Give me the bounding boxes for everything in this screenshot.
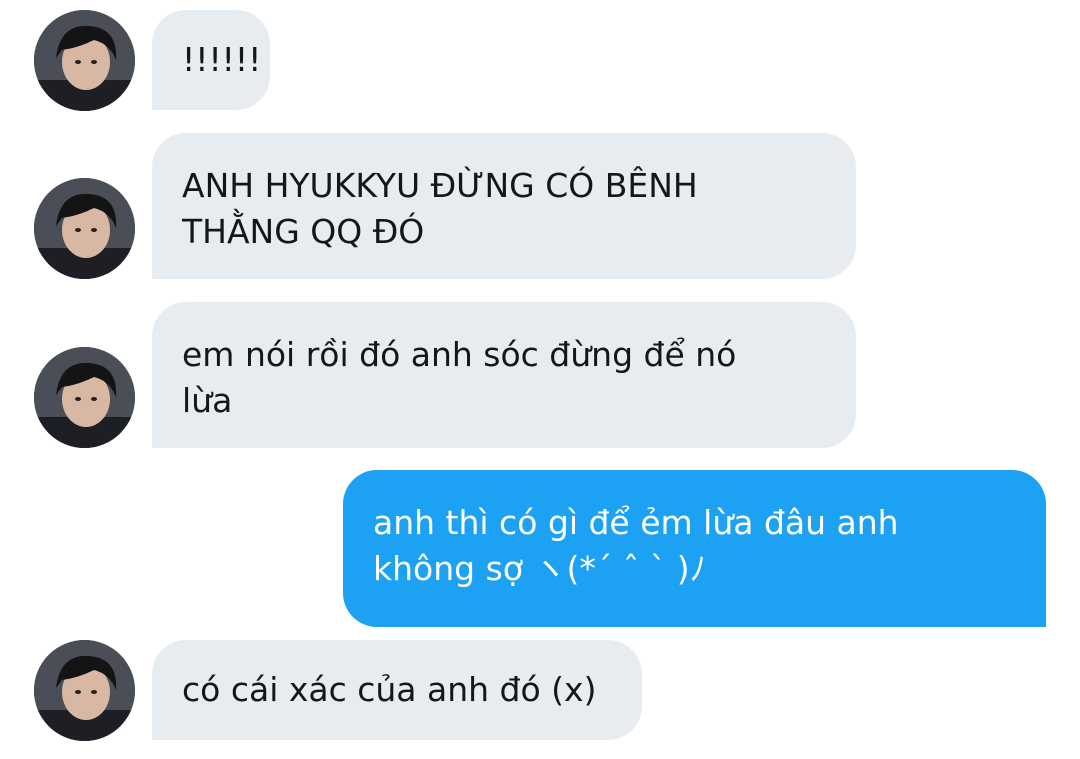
avatar[interactable] (34, 640, 135, 741)
message-bubble-incoming[interactable]: em nói rồi đó anh sóc đừng để nó lừa (152, 302, 856, 448)
message-thread: !!!!!! ANH HYUKKYU ĐỪNG CÓ BÊNH THẰNG QQ… (0, 0, 1080, 759)
avatar[interactable] (34, 10, 135, 111)
message-bubble-incoming[interactable]: ANH HYUKKYU ĐỪNG CÓ BÊNH THẰNG QQ ĐÓ (152, 133, 856, 279)
message-bubble-incoming[interactable]: !!!!!! (152, 10, 270, 110)
message-bubble-incoming[interactable]: có cái xác của anh đó (x) (152, 640, 642, 740)
avatar-photo-icon (34, 347, 135, 448)
avatar-photo-icon (34, 10, 135, 111)
avatar[interactable] (34, 347, 135, 448)
avatar[interactable] (34, 178, 135, 279)
avatar-photo-icon (34, 640, 135, 741)
message-bubble-outgoing[interactable]: anh thì có gì để ẻm lừa đâu anh không sợ… (343, 470, 1046, 627)
avatar-photo-icon (34, 178, 135, 279)
